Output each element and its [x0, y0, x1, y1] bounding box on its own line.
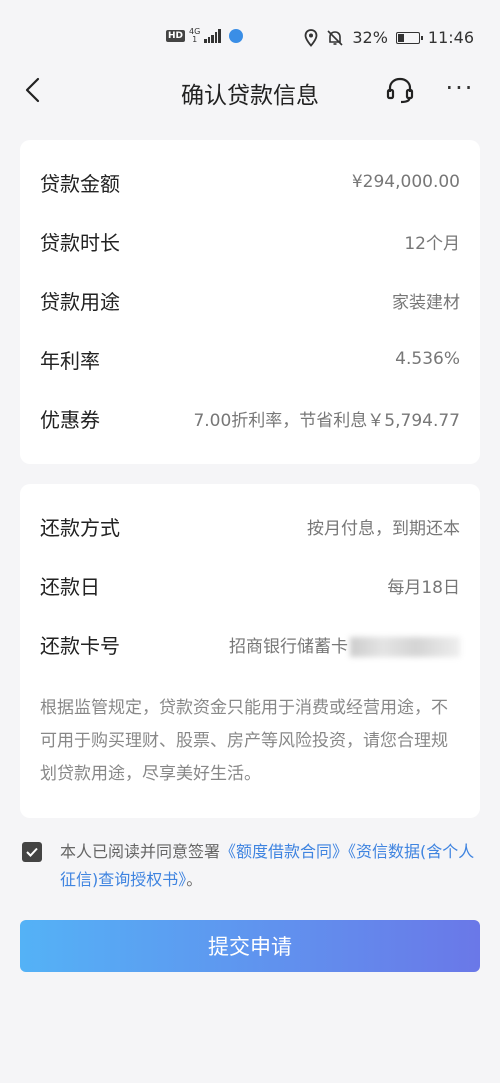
- battery-icon: [395, 31, 423, 44]
- repayment-info-card: 还款方式 按月付息，到期还本 还款日 每月18日 还款卡号 招商银行储蓄卡 根据…: [20, 484, 480, 818]
- headset-icon: [386, 77, 414, 104]
- agreement-suffix: 。: [186, 870, 203, 889]
- agreement-section: 本人已阅读并同意签署《额度借款合同》《资信数据(含个人征信)查询授权书》。: [20, 838, 480, 898]
- regulatory-notice: 根据监管规定，贷款资金只能用于消费或经营用途，不可用于购买理财、股票、房产等风险…: [40, 698, 448, 784]
- network-sub: 1: [192, 35, 198, 44]
- status-right: 32% 11:46: [304, 28, 474, 47]
- status-left: HD 4G 1: [166, 28, 243, 44]
- row-label: 还款方式: [40, 515, 120, 540]
- card-bank-name: 招商银行储蓄卡: [229, 636, 348, 657]
- nav-bar: 确认贷款信息 ···: [0, 60, 500, 120]
- loan-amount-row: 贷款金额 ¥294,000.00: [20, 162, 480, 202]
- battery-fill: [397, 33, 404, 42]
- row-value: 按月付息，到期还本: [307, 518, 460, 539]
- battery-percent: 32%: [352, 28, 388, 47]
- agreement-checkbox[interactable]: [22, 842, 42, 862]
- location-icon: [304, 28, 318, 47]
- agreement-prefix: 本人已阅读并同意签署: [60, 842, 221, 861]
- repay-day-row: 还款日 每月18日: [20, 565, 480, 605]
- masked-card-number: [350, 636, 460, 657]
- page-title: 确认贷款信息: [181, 83, 319, 109]
- row-value: 12个月: [404, 233, 460, 254]
- row-value: 招商银行储蓄卡: [229, 632, 460, 657]
- hd-badge: HD: [166, 30, 186, 42]
- network-type: 4G 1: [189, 28, 200, 44]
- row-label: 还款日: [40, 574, 100, 599]
- row-value: 每月18日: [387, 577, 460, 598]
- loan-purpose-row: 贷款用途 家装建材: [20, 280, 480, 320]
- clock: 11:46: [427, 28, 474, 47]
- row-label: 贷款时长: [40, 230, 120, 255]
- repay-method-row: 还款方式 按月付息，到期还本: [20, 506, 480, 546]
- row-label: 还款卡号: [40, 633, 120, 658]
- submit-button[interactable]: 提交申请: [20, 920, 480, 972]
- row-value: 4.536%: [395, 349, 460, 369]
- browser-icon: [228, 29, 243, 43]
- row-label: 年利率: [40, 348, 100, 373]
- repay-card-row[interactable]: 还款卡号 招商银行储蓄卡: [20, 624, 480, 664]
- signal-icon: [204, 29, 221, 43]
- row-label: 优惠券: [40, 407, 100, 432]
- row-value: 7.00折利率，节省利息￥5,794.77: [193, 410, 460, 431]
- row-label: 贷款金额: [40, 171, 120, 196]
- loan-info-card: 贷款金额 ¥294,000.00 贷款时长 12个月 贷款用途 家装建材 年利率…: [20, 140, 480, 464]
- agreement-text: 本人已阅读并同意签署《额度借款合同》《资信数据(含个人征信)查询授权书》。: [60, 838, 480, 894]
- annual-rate-row: 年利率 4.536%: [20, 339, 480, 379]
- row-value: 家装建材: [392, 292, 460, 313]
- loan-term-row: 贷款时长 12个月: [20, 221, 480, 261]
- row-value: ¥294,000.00: [351, 172, 460, 192]
- mute-bell-icon: [327, 29, 343, 46]
- customer-service-button[interactable]: [384, 74, 416, 106]
- more-button[interactable]: ···: [442, 74, 478, 106]
- row-label: 贷款用途: [40, 289, 120, 314]
- coupon-row[interactable]: 优惠券 7.00折利率，节省利息￥5,794.77: [20, 398, 480, 438]
- credit-contract-link[interactable]: 《额度借款合同》: [220, 842, 348, 861]
- checkmark-icon: [26, 847, 38, 857]
